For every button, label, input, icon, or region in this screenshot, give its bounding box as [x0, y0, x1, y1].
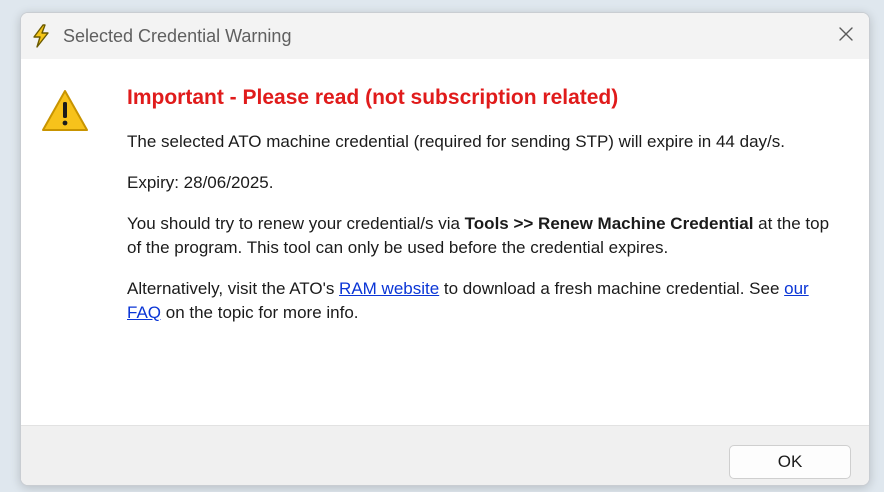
credential-warning-dialog: Selected Credential Warning Important - …	[20, 12, 870, 486]
message-heading: Important - Please read (not subscriptio…	[127, 86, 619, 109]
button-bar: OK	[21, 425, 869, 485]
warning-triangle-icon	[41, 89, 89, 133]
title-bar[interactable]: Selected Credential Warning	[21, 13, 869, 59]
expiry-date: Expiry: 28/06/2025.	[127, 173, 274, 192]
close-icon	[838, 26, 854, 47]
alt-text-before: Alternatively, visit the ATO's	[127, 279, 340, 298]
dialog-content: Important - Please read (not subscriptio…	[21, 59, 869, 425]
close-button[interactable]	[823, 13, 869, 59]
ram-website-link[interactable]: RAM website	[339, 279, 439, 298]
alt-text-middle: to download a fresh machine credential. …	[439, 279, 785, 298]
alt-text-after: on the topic for more info.	[161, 303, 359, 322]
alternative-instructions: Alternatively, visit the ATO's RAM websi…	[127, 277, 847, 325]
expiry-notice: The selected ATO machine credential (req…	[127, 132, 785, 151]
ok-button[interactable]: OK	[729, 445, 851, 479]
window-title: Selected Credential Warning	[63, 26, 292, 46]
message-text: Important - Please read (not subscriptio…	[127, 84, 847, 342]
lightning-bolt-icon	[31, 24, 51, 48]
renew-text-before: You should try to renew your credential/…	[127, 214, 465, 233]
renew-instructions: You should try to renew your credential/…	[127, 212, 847, 260]
renew-menu-path: Tools >> Renew Machine Credential	[464, 214, 754, 233]
